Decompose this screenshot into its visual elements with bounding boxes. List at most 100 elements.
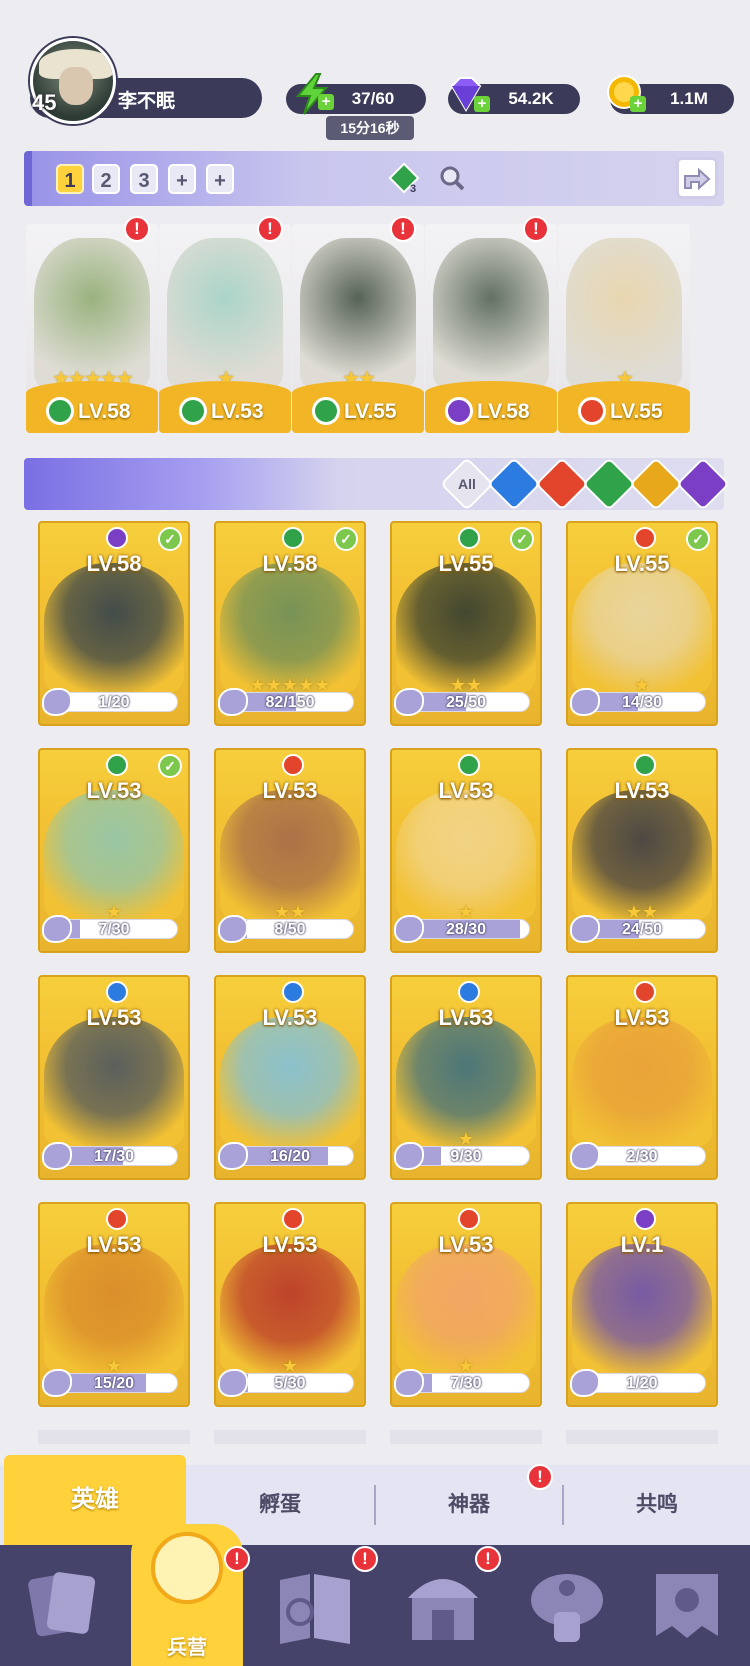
element-water-icon	[106, 981, 128, 1003]
share-icon	[684, 167, 711, 191]
hero-portrait	[572, 1017, 712, 1147]
element-water-icon	[458, 981, 480, 1003]
hero-card[interactable]: LV.53 ★ 28/30	[390, 748, 542, 953]
gold-value: 1.1M	[670, 89, 708, 108]
mushroom-icon	[531, 1574, 603, 1642]
hero-card[interactable]: LV.55 ★★ 25/50 ✓	[390, 521, 542, 726]
hero-portrait	[220, 790, 360, 920]
hero-card[interactable]: LV.53 16/20	[214, 975, 366, 1180]
team-slot-2[interactable]: 2	[92, 164, 120, 194]
hero-card[interactable]: LV.58 1/20 ✓	[38, 521, 190, 726]
tab-resonance[interactable]: 共鸣	[564, 1465, 750, 1545]
in-team-check-icon: ✓	[686, 527, 710, 551]
cards-icon	[28, 1572, 96, 1637]
hero-card[interactable]: LV.53 ★ 7/30 ✓	[38, 748, 190, 953]
hero-portrait	[220, 1017, 360, 1147]
hero-card[interactable]: LV.53 ★ 5/30	[214, 1202, 366, 1407]
element-nature-icon	[312, 397, 340, 425]
in-team-check-icon: ✓	[334, 527, 358, 551]
shard-icon	[570, 688, 600, 716]
hero-portrait	[396, 1017, 536, 1147]
hero-card[interactable]: LV.58 ★★★★★ 82/150 ✓	[214, 521, 366, 726]
energy-value: 37/60	[351, 89, 395, 108]
energy-add-button[interactable]: +	[318, 94, 334, 110]
hero-card[interactable]: LV.53 ★ 15/20	[38, 1202, 190, 1407]
hero-level: LV.53	[614, 1005, 670, 1030]
element-fire-icon	[458, 1208, 480, 1230]
hero-level: LV.58	[78, 400, 131, 423]
hero-portrait	[396, 563, 536, 693]
hero-level: LV.55	[610, 400, 663, 423]
hero-card[interactable]: LV.53 ★ 9/30	[390, 975, 542, 1180]
hero-level: LV.53	[86, 1005, 142, 1030]
shard-icon	[394, 915, 424, 943]
hero-portrait	[44, 563, 184, 693]
nav-map[interactable]	[270, 1560, 360, 1650]
team-slot-add[interactable]: +	[168, 164, 196, 194]
hero-card[interactable]: LV.53 ★ 7/30	[390, 1202, 542, 1407]
team-hero-card[interactable]: LV.58	[425, 224, 557, 433]
hero-level: LV.1	[620, 1232, 664, 1257]
hero-level: LV.58	[262, 551, 318, 576]
hero-level: LV.53	[614, 778, 670, 803]
team-badge-count: 3	[410, 183, 416, 194]
hero-card-partial	[566, 1430, 718, 1444]
shard-icon	[42, 1142, 72, 1170]
banner-icon	[656, 1574, 718, 1638]
hero-portrait	[396, 1244, 536, 1374]
map-alert-badge: !	[352, 1546, 378, 1572]
hero-portrait	[44, 790, 184, 920]
hero-portrait	[572, 1244, 712, 1374]
hero-card[interactable]: LV.55 ★ 14/30 ✓	[566, 521, 718, 726]
team-hero-card[interactable]: ★★★★★ LV.58	[26, 224, 158, 433]
hero-level: LV.58	[477, 400, 530, 423]
hero-alert-badge: !	[523, 216, 549, 242]
shard-icon	[394, 688, 424, 716]
gold-add-button[interactable]: +	[630, 96, 646, 112]
avatar-face	[59, 67, 93, 105]
shard-icon	[570, 1142, 600, 1170]
share-button[interactable]	[676, 157, 718, 199]
hero-card-partial	[38, 1430, 190, 1444]
team-slot-3[interactable]: 3	[130, 164, 158, 194]
map-book-icon	[280, 1574, 350, 1644]
shard-icon	[42, 1369, 72, 1397]
hero-card[interactable]: LV.53 17/30	[38, 975, 190, 1180]
element-fire-icon	[106, 1208, 128, 1230]
hero-portrait	[44, 1017, 184, 1147]
barracks-alert-badge: !	[224, 1546, 250, 1572]
gem-add-button[interactable]: +	[474, 96, 490, 112]
team-selector-bar	[24, 151, 724, 206]
nav-cards[interactable]	[18, 1560, 108, 1650]
shard-icon	[42, 688, 72, 716]
team-slot-add-2[interactable]: +	[206, 164, 234, 194]
team-hero-card[interactable]: ★★ LV.55	[292, 224, 424, 433]
hero-level: LV.53	[86, 1232, 142, 1257]
hero-card-partial	[390, 1430, 542, 1444]
hero-level: LV.53	[262, 1005, 318, 1030]
nav-barracks[interactable]: 兵营	[131, 1524, 243, 1666]
nav-shop[interactable]	[398, 1560, 488, 1650]
element-nature-icon	[282, 527, 304, 549]
nav-events[interactable]	[642, 1560, 732, 1650]
magnifier-icon[interactable]	[438, 164, 466, 192]
hero-level: LV.53	[438, 1232, 494, 1257]
team-slot-1[interactable]: 1	[56, 164, 84, 194]
element-water-icon	[282, 981, 304, 1003]
nav-barracks-label: 兵营	[167, 1637, 207, 1659]
hero-level: LV.53	[211, 400, 264, 423]
hero-card[interactable]: LV.53 ★★ 24/50	[566, 748, 718, 953]
shard-icon	[218, 915, 248, 943]
team-element-icon[interactable]: 3	[388, 162, 420, 194]
hero-card[interactable]: LV.53 ★★ 8/50	[214, 748, 366, 953]
hero-level: LV.53	[86, 778, 142, 803]
hero-card[interactable]: LV.53 2/30	[566, 975, 718, 1180]
hero-card[interactable]: LV.1 1/20	[566, 1202, 718, 1407]
in-team-check-icon: ✓	[510, 527, 534, 551]
filter-label: All	[458, 476, 476, 492]
team-hero-card[interactable]: ★ LV.55	[558, 224, 690, 433]
hero-alert-badge: !	[390, 216, 416, 242]
team-hero-card[interactable]: ★ LV.53	[159, 224, 291, 433]
hero-alert-badge: !	[124, 216, 150, 242]
nav-guild[interactable]	[522, 1560, 612, 1650]
